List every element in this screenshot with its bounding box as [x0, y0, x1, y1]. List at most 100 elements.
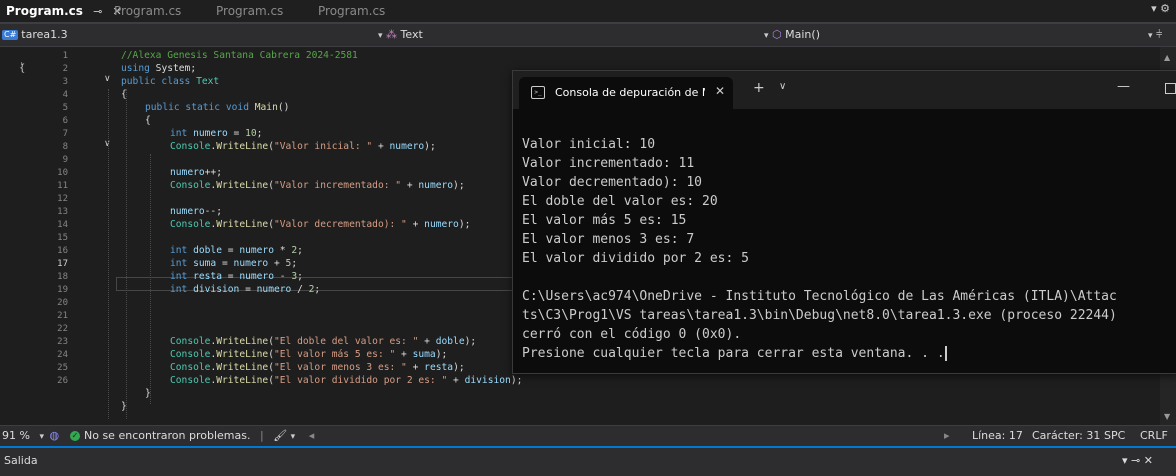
whitespace-indicator[interactable]: SPC [1104, 426, 1125, 446]
console-line: Valor inicial: 10 [522, 137, 656, 152]
output-panel-title: Salida [4, 454, 38, 467]
code-line-16: int doble = numero * 2; [170, 245, 303, 256]
indent-guide [108, 89, 109, 419]
code-line-6: { [145, 115, 151, 126]
separator: | [259, 429, 264, 442]
nav-expand-dropdown[interactable]: ▾ ⫩ [1148, 24, 1162, 46]
code-line-21: Console.WriteLine("El doble del valor es… [170, 336, 477, 347]
line-number: 24 [57, 350, 68, 360]
zoom-dropdown[interactable]: 91 % ▾ ◍ [2, 426, 59, 446]
class-icon: ⁂ [386, 28, 398, 41]
cleanup-brush-icon[interactable]: 🖌 [273, 429, 287, 442]
char-indicator[interactable]: Carácter: 31 [1032, 426, 1100, 446]
method-dropdown[interactable]: ▾ ⬡ Main() [764, 24, 820, 46]
line-number: 20 [57, 298, 68, 308]
line-number: 19 [57, 285, 68, 295]
tab-menu-icon[interactable]: ▾ ⚙ [1151, 2, 1170, 15]
console-line: C:\Users\ac974\OneDrive - Instituto Tecn… [522, 289, 1117, 304]
code-line-3: public class Text [121, 76, 220, 87]
console-line: El doble del valor es: 20 [522, 194, 718, 209]
chevron-down-icon: ▾ [378, 31, 383, 41]
class-name: Text [400, 28, 423, 41]
line-number: 12 [57, 194, 68, 204]
line-ending-indicator[interactable]: CRLF [1140, 426, 1168, 446]
scroll-right-icon[interactable]: ▸ [944, 426, 950, 446]
code-line-7: int numero = 10; [170, 128, 263, 139]
output-panel-header: Salida ▾ ⊸ ✕ [0, 446, 1176, 476]
debug-console-window[interactable]: >_ Consola de depuración de Mi ✕ + ∨ — V… [512, 70, 1176, 374]
line-number: 7 [62, 129, 68, 139]
console-tab[interactable]: >_ Consola de depuración de Mi ✕ [519, 77, 733, 109]
zoom-level: 91 % [2, 429, 30, 442]
line-number: 8 [62, 142, 68, 152]
references-glyph-icon[interactable]: {ٰ [19, 63, 25, 74]
scroll-up-icon[interactable]: ▲ [1164, 53, 1170, 62]
code-line-13: numero--; [170, 206, 222, 217]
scroll-left-icon[interactable]: ◂ [309, 429, 315, 442]
scroll-down-icon[interactable]: ▼ [1164, 412, 1170, 421]
class-dropdown[interactable]: ▾ ⁂ Text [378, 24, 423, 46]
csharp-icon: C# [2, 30, 19, 40]
code-line-19: int division = numero / 2; [170, 284, 321, 295]
console-line: Valor incrementado: 11 [522, 156, 695, 171]
console-line: Presione cualquier tecla para cerrar est… [522, 346, 947, 361]
close-icon[interactable]: ✕ [715, 84, 725, 98]
fold-toggle-icon[interactable]: ∨ [104, 74, 111, 84]
tab-label: Program.cs [216, 4, 284, 18]
chevron-down-icon: ▾ [39, 432, 44, 442]
line-number: 10 [57, 168, 68, 178]
document-tab-strip: Program.cs ⊸ ✕ Program.cs Program.cs Pro… [0, 0, 1176, 24]
line-number: 1 [62, 51, 68, 61]
code-line-18: int resta = numero - 3; [170, 271, 303, 282]
check-icon: ✓ [70, 431, 80, 441]
line-number: 9 [62, 155, 68, 165]
method-name: Main() [785, 28, 820, 41]
line-number: 11 [57, 181, 68, 191]
chevron-down-icon: ▾ [1148, 31, 1153, 41]
line-number: 6 [62, 116, 68, 126]
line-number-gutter: 1 2 3 4 5 6 7 8 9 10 11 12 13 14 15 16 17 18 19 20 21 22 23 24 2… [0, 47, 80, 425]
maximize-icon[interactable] [1165, 83, 1176, 94]
output-panel-controls[interactable]: ▾ ⊸ ✕ [1122, 451, 1153, 471]
code-line-2: using System; [121, 63, 197, 74]
console-line: El valor menos 3 es: 7 [522, 232, 695, 247]
editor-status-bar: 91 % ▾ ◍ ✓ No se encontraron problemas. |… [0, 425, 1176, 446]
code-line-8: Console.WriteLine("Valor inicial: " + nu… [170, 141, 436, 152]
problems-indicator[interactable]: ✓ No se encontraron problemas. | 🖌 ▾ ◂ [70, 426, 314, 446]
tab-label: Program.cs [318, 4, 386, 18]
text-cursor [944, 346, 947, 361]
chevron-down-icon[interactable]: ∨ [779, 81, 786, 92]
navigation-bar: C# tarea1.3 ▾ ⁂ Text ▾ ⬡ Main() ▾ ⫩ [0, 24, 1176, 47]
console-line: ts\C3\Prog1\VS tareas\tarea1.3\bin\Debug… [522, 308, 1117, 323]
chevron-down-icon: ▾ [290, 432, 296, 442]
code-line-26: } [121, 401, 127, 412]
project-dropdown[interactable]: C# tarea1.3 [2, 24, 68, 46]
line-number: 14 [57, 220, 68, 230]
line-number: 21 [57, 311, 68, 321]
console-title-bar: >_ Consola de depuración de Mi ✕ + ∨ — [513, 71, 1176, 109]
line-number: 2 [62, 64, 68, 74]
line-indicator[interactable]: Línea: 17 [972, 426, 1023, 446]
tab-label: Program.cs [114, 4, 182, 18]
code-line-10: numero++; [170, 167, 222, 178]
line-number: 18 [57, 272, 68, 282]
code-line-4: { [121, 89, 127, 100]
code-line-1: //Alexa Genesis Santana Cabrera 2024-258… [121, 50, 358, 61]
minimize-icon[interactable]: — [1117, 79, 1130, 94]
code-line-25: } [145, 388, 151, 399]
line-number: 13 [57, 207, 68, 217]
pin-icon[interactable]: ⊸ [93, 5, 102, 18]
code-line-14: Console.WriteLine("Valor decrementado): … [170, 219, 471, 230]
project-name: tarea1.3 [21, 28, 68, 41]
line-number: 15 [57, 233, 68, 243]
console-tab-title: Consola de depuración de Mi [555, 86, 705, 99]
tab-program-cs-3[interactable]: Program.cs [210, 0, 289, 22]
line-number: 16 [57, 246, 68, 256]
line-number: 3 [62, 77, 68, 87]
new-tab-icon[interactable]: + [753, 80, 765, 96]
tab-program-cs-4[interactable]: Program.cs [312, 0, 391, 22]
console-line: Valor decrementado): 10 [522, 175, 703, 190]
tab-program-cs-2[interactable]: Program.cs [108, 0, 187, 22]
tab-label: Program.cs [6, 4, 83, 18]
